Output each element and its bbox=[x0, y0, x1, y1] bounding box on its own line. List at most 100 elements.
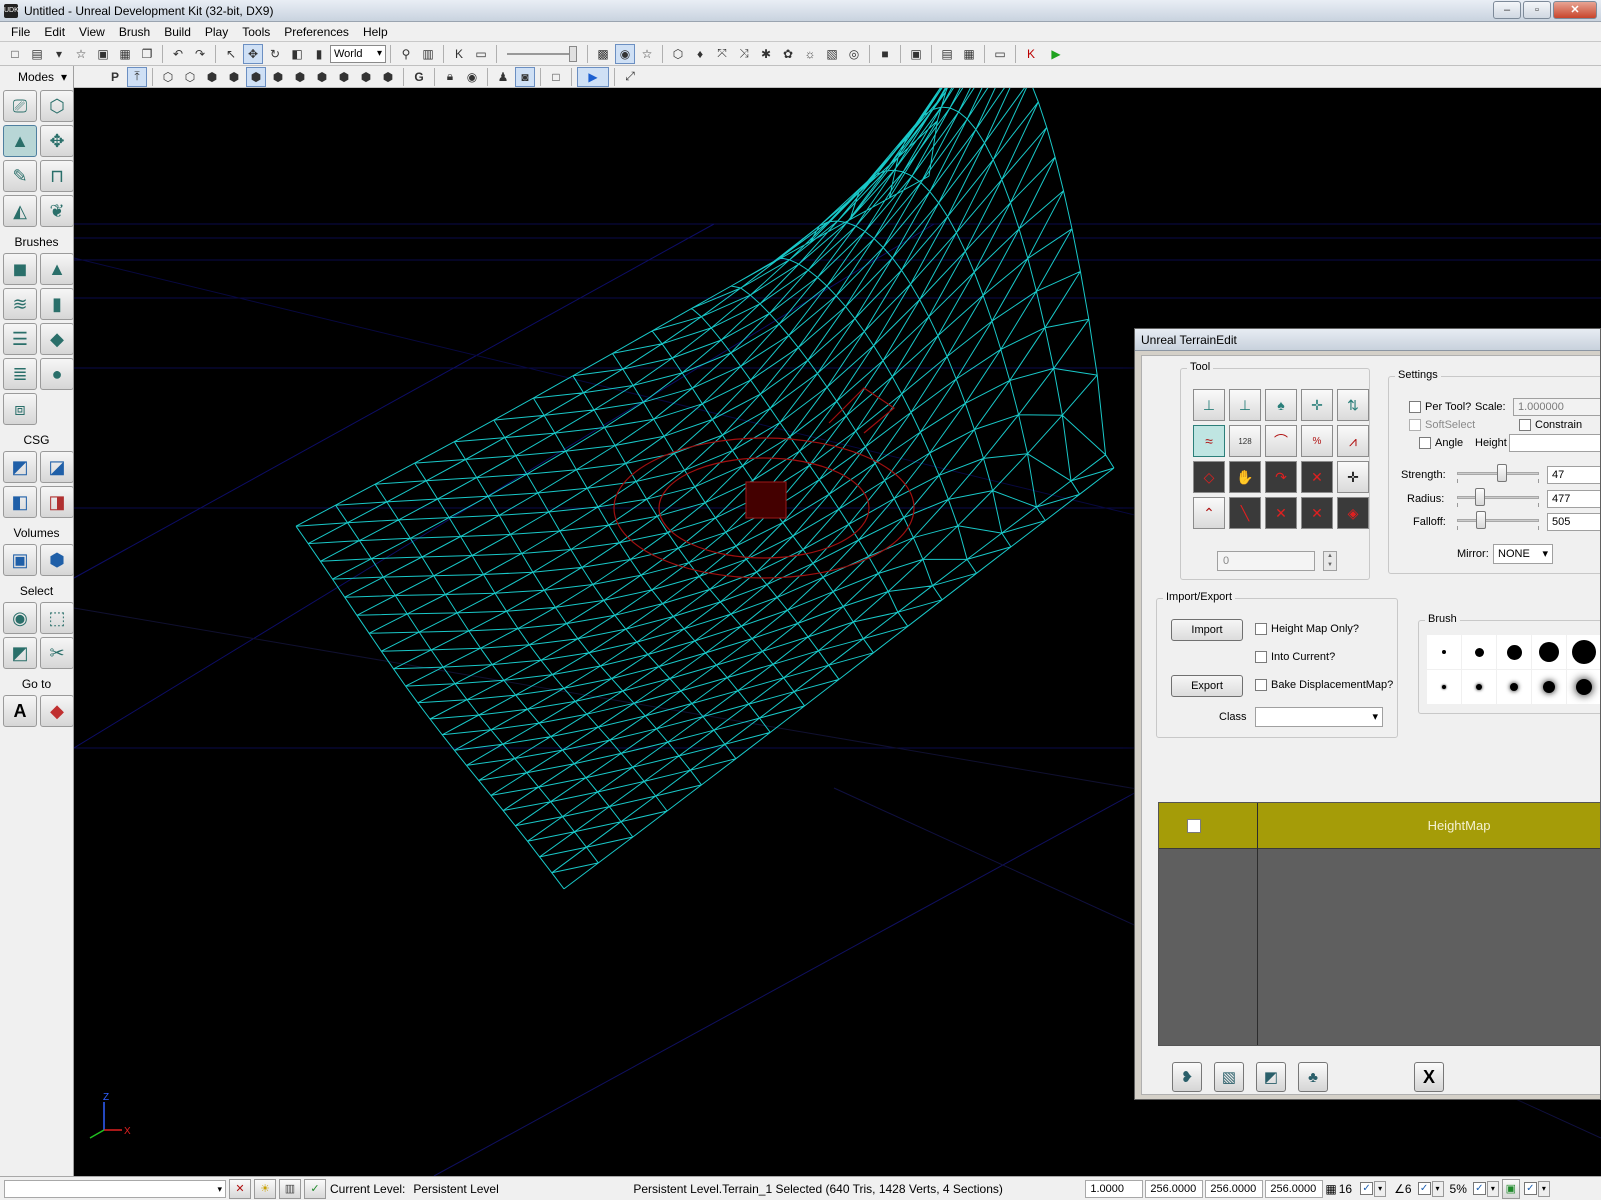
brush-soft-m[interactable] bbox=[1497, 670, 1531, 704]
actor-icon[interactable]: ♟ bbox=[493, 67, 513, 87]
menu-help[interactable]: Help bbox=[356, 22, 395, 42]
curved-stair-brush-icon[interactable]: ≋ bbox=[3, 288, 37, 320]
delete-vertex-tool-icon[interactable]: ✕ bbox=[1265, 497, 1297, 529]
brush-soft-s[interactable] bbox=[1462, 670, 1496, 704]
delete-section-tool-icon[interactable]: ╲ bbox=[1229, 497, 1261, 529]
show-volumes-icon[interactable]: ▩ bbox=[593, 44, 613, 64]
cone-brush-icon[interactable]: ▲ bbox=[40, 253, 74, 285]
show-stars-icon[interactable]: ☆ bbox=[637, 44, 657, 64]
shader-complexity-icon[interactable]: ⬢ bbox=[334, 67, 354, 87]
geometry-mode-icon[interactable]: ⬡ bbox=[40, 90, 74, 122]
realtime-slider[interactable] bbox=[507, 45, 577, 62]
light-complexity-icon[interactable]: ⬢ bbox=[290, 67, 310, 87]
autosave-checkbox[interactable]: ✓ bbox=[1523, 1182, 1537, 1195]
scale-z-field[interactable]: 256.0000 bbox=[1265, 1179, 1324, 1198]
close-window-button[interactable]: ✕ bbox=[1553, 1, 1597, 19]
minimize-button[interactable]: – bbox=[1493, 1, 1521, 19]
per-tool-checkbox[interactable] bbox=[1409, 401, 1421, 413]
kismet-icon[interactable]: K bbox=[449, 44, 469, 64]
terrain-mode-icon[interactable]: ▲ bbox=[3, 125, 37, 157]
swirl-icon[interactable]: ◎ bbox=[844, 44, 864, 64]
texture-density-icon[interactable]: ⬢ bbox=[312, 67, 332, 87]
menu-tools[interactable]: Tools bbox=[235, 22, 277, 42]
translate-icon[interactable]: ✥ bbox=[243, 43, 263, 64]
scale-field[interactable]: 1.000000 bbox=[1513, 398, 1600, 416]
bake-displacement-checkbox[interactable] bbox=[1255, 679, 1267, 691]
lighting-only-icon[interactable]: ◉ bbox=[615, 43, 635, 64]
build-cover-icon[interactable]: ⤨ bbox=[734, 44, 754, 64]
csg-add-icon[interactable]: ◩ bbox=[3, 451, 37, 483]
scale-x-field[interactable]: 256.0000 bbox=[1145, 1179, 1204, 1198]
play-icon[interactable]: ▶ bbox=[1043, 44, 1069, 64]
bulb-icon[interactable]: ☼ bbox=[800, 44, 820, 64]
scale-icon[interactable]: ◧ bbox=[287, 44, 307, 64]
coordinate-system-select[interactable]: World bbox=[330, 44, 386, 63]
volumetric-brush-icon[interactable]: ⧈ bbox=[3, 393, 37, 425]
lit-icon[interactable]: ⬢ bbox=[224, 67, 244, 87]
brush-soft-l[interactable] bbox=[1532, 670, 1566, 704]
perspective-button[interactable]: P bbox=[105, 67, 125, 87]
matinee-icon[interactable]: ▭ bbox=[471, 44, 491, 64]
menu-preferences[interactable]: Preferences bbox=[277, 22, 356, 42]
smooth-tool-icon[interactable]: ♠ bbox=[1265, 389, 1297, 421]
heightmap-only-checkbox[interactable] bbox=[1255, 623, 1267, 635]
into-current-checkbox[interactable] bbox=[1255, 651, 1267, 663]
favorite-star-icon[interactable]: ☆ bbox=[71, 44, 91, 64]
detail-lighting-icon[interactable]: ⬢ bbox=[246, 66, 266, 87]
build-geometry-icon[interactable]: ⬡ bbox=[668, 44, 688, 64]
camera-mode-icon[interactable]: ⎚ bbox=[3, 90, 37, 122]
tool-value-field[interactable]: 0 bbox=[1217, 551, 1315, 571]
open-folder-icon[interactable]: ▤ bbox=[27, 44, 47, 64]
bulb-status-icon[interactable]: ☀ bbox=[254, 1178, 276, 1199]
select-arrow-icon[interactable]: ↖ bbox=[221, 44, 241, 64]
spiral-stair-brush-icon[interactable]: ≣ bbox=[3, 358, 37, 390]
sphere-brush-icon[interactable]: ● bbox=[40, 358, 74, 390]
rotation-snap-dropdown[interactable]: ▾ bbox=[1431, 1180, 1444, 1197]
vertex-edit-tool-icon[interactable]: ⊥ bbox=[1193, 389, 1225, 421]
strength-field[interactable]: 47 bbox=[1547, 466, 1600, 484]
brush-soft-xl[interactable] bbox=[1567, 670, 1600, 704]
volume-list-icon[interactable]: ⬢ bbox=[40, 544, 74, 576]
constrain-checkbox[interactable] bbox=[1519, 419, 1531, 431]
import-button[interactable]: Import bbox=[1171, 619, 1243, 641]
class-select[interactable] bbox=[1255, 707, 1383, 727]
wireframe-icon[interactable]: ⬡ bbox=[158, 67, 178, 87]
redo-icon[interactable]: ↷ bbox=[190, 44, 210, 64]
lighting-comparison-icon[interactable]: ⬢ bbox=[378, 67, 398, 87]
tool-value-spinner[interactable]: ▲ ▼ bbox=[1323, 551, 1337, 571]
game-view-button[interactable]: G bbox=[409, 67, 429, 87]
add-foliage-button[interactable]: ♣ bbox=[1298, 1062, 1328, 1092]
angle-checkbox[interactable] bbox=[1419, 437, 1431, 449]
soft-select-checkbox[interactable] bbox=[1409, 419, 1421, 431]
brush-wireframe-icon[interactable]: ⬡ bbox=[180, 67, 200, 87]
texture-pan-tool-icon[interactable]: ✕ bbox=[1301, 461, 1333, 493]
copy-icon[interactable]: ❐ bbox=[137, 44, 157, 64]
csg-intersect-icon[interactable]: ◧ bbox=[3, 486, 37, 518]
content-browser-icon[interactable]: ▥ bbox=[418, 44, 438, 64]
modes-dropdown-icon[interactable]: ▾ bbox=[61, 70, 67, 84]
monitor-icon[interactable]: ▭ bbox=[990, 44, 1010, 64]
menu-brush[interactable]: Brush bbox=[112, 22, 157, 42]
add-volume-icon[interactable]: ▣ bbox=[3, 544, 37, 576]
vertex-lock-tool-icon[interactable]: ⌃ bbox=[1193, 497, 1225, 529]
sheet-brush-icon[interactable]: ◆ bbox=[40, 323, 74, 355]
build-paths-icon[interactable]: ⤧ bbox=[712, 44, 732, 64]
close-terrain-edit-button[interactable]: X bbox=[1414, 1062, 1444, 1092]
add-layer-button[interactable]: ▧ bbox=[1214, 1062, 1244, 1092]
show-selected-icon[interactable]: ◉ bbox=[3, 602, 37, 634]
csg-deintersect-icon[interactable]: ◨ bbox=[40, 486, 74, 518]
layer-name-heightmap[interactable]: HeightMap bbox=[1259, 803, 1600, 849]
drag-grid-toggle-icon[interactable]: ✕ bbox=[229, 1178, 251, 1199]
brush-soft-xs[interactable] bbox=[1427, 670, 1461, 704]
build-lighting-icon[interactable]: ♦ bbox=[690, 44, 710, 64]
package-icon[interactable]: ▣ bbox=[906, 44, 926, 64]
flatten-tool-icon[interactable]: ⇅ bbox=[1337, 389, 1369, 421]
material-editor-icon[interactable]: ■ bbox=[875, 44, 895, 64]
falloff-slider-knob[interactable] bbox=[1476, 511, 1487, 529]
add-decolayer-button[interactable]: ◩ bbox=[1256, 1062, 1286, 1092]
rotation-snap-checkbox[interactable]: ✓ bbox=[1417, 1182, 1431, 1195]
delete-all-tool-icon[interactable]: ✕ bbox=[1301, 497, 1333, 529]
texture-mode-icon[interactable]: ✎ bbox=[3, 160, 37, 192]
build-all-icon[interactable]: ✱ bbox=[756, 44, 776, 64]
mesh-paint-mode-icon[interactable]: ⊓ bbox=[40, 160, 74, 192]
